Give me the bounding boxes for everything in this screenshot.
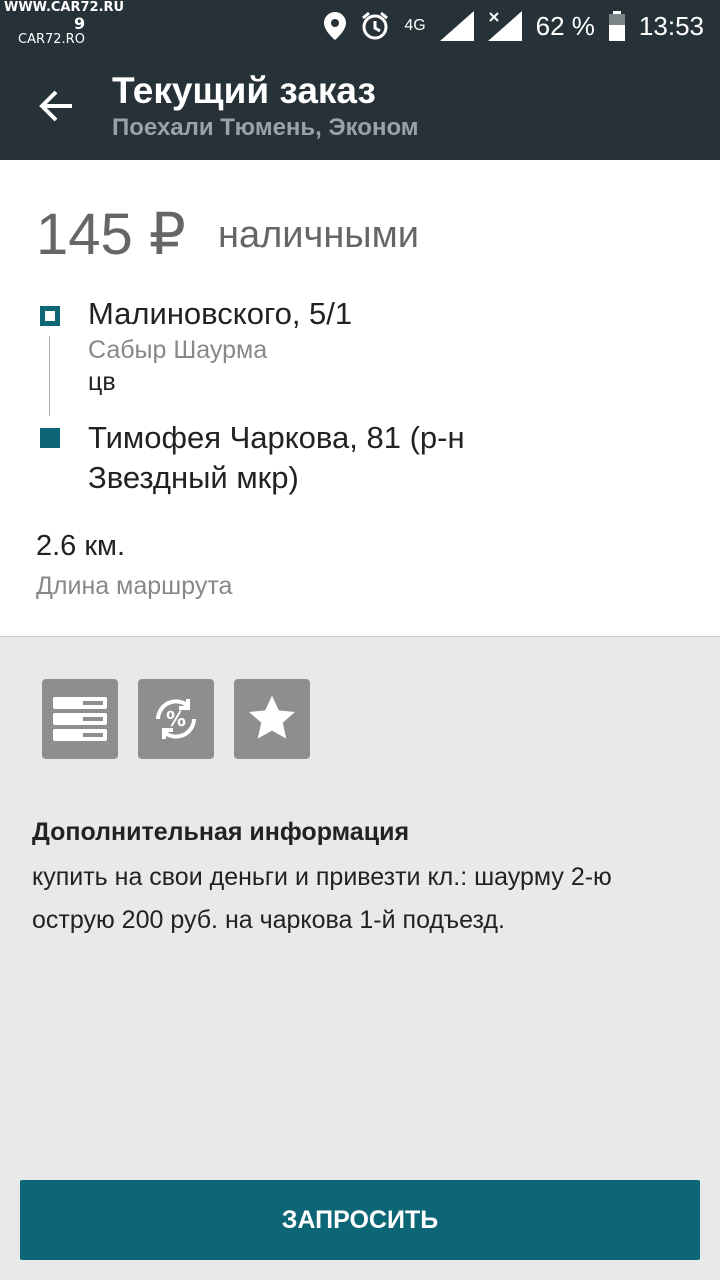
discount-option-button[interactable]: % [138,679,214,759]
destination-marker-icon [40,428,60,448]
location-icon [324,12,347,40]
clock: 13:53 [638,10,704,41]
battery-percent: 62 % [535,10,595,41]
route-connector [49,336,50,416]
back-arrow-icon[interactable] [36,86,76,126]
watermark-site: WWW.CAR72.RU [4,0,125,15]
info-text: купить на свои деньги и привезти кл.: ша… [32,863,612,934]
route-distance-label: Длина маршрута [36,572,233,600]
svg-text:%: % [166,707,186,731]
network-type: 4G [404,17,426,34]
star-icon [249,695,295,739]
battery-icon [608,11,625,41]
request-button[interactable]: ЗАПРОСИТЬ [20,1180,700,1260]
status-bar: WWW.CAR72.RU 9 CAR72.RO 4G 62 % 13:53 [0,0,720,52]
watermark-number: 9 [74,14,86,33]
destination-address: Тимофея Чаркова, 81 (р-н Звездный мкр) [88,420,465,495]
order-price: 145 ₽ [36,202,186,267]
watermark-site-secondary: CAR72.RO [18,32,85,47]
order-card: 145 ₽ наличными Малиновского, 5/1 Сабыр … [0,160,720,637]
signal-roaming-icon [487,11,522,41]
pickup-address: Малиновского, 5/1 [88,296,353,331]
route-distance: 2.6 км. [36,530,126,562]
alarm-icon [362,11,389,40]
list-icon [53,697,107,741]
pickup-place: Сабыр Шаурма [88,336,268,364]
info-heading: Дополнительная информация [32,818,410,846]
app-bar: Текущий заказ Поехали Тюмень, Эконом [0,52,720,160]
pickup-marker-icon [40,306,60,326]
list-option-button[interactable] [42,679,118,759]
favorite-option-button[interactable] [234,679,310,759]
page-title: Текущий заказ [112,70,376,111]
payment-method: наличными [218,214,419,256]
page-subtitle: Поехали Тюмень, Эконом [112,114,419,141]
signal-icon [439,11,474,41]
order-options: % [42,679,310,759]
pickup-note: цв [88,368,116,396]
discount-icon: % [156,699,196,739]
